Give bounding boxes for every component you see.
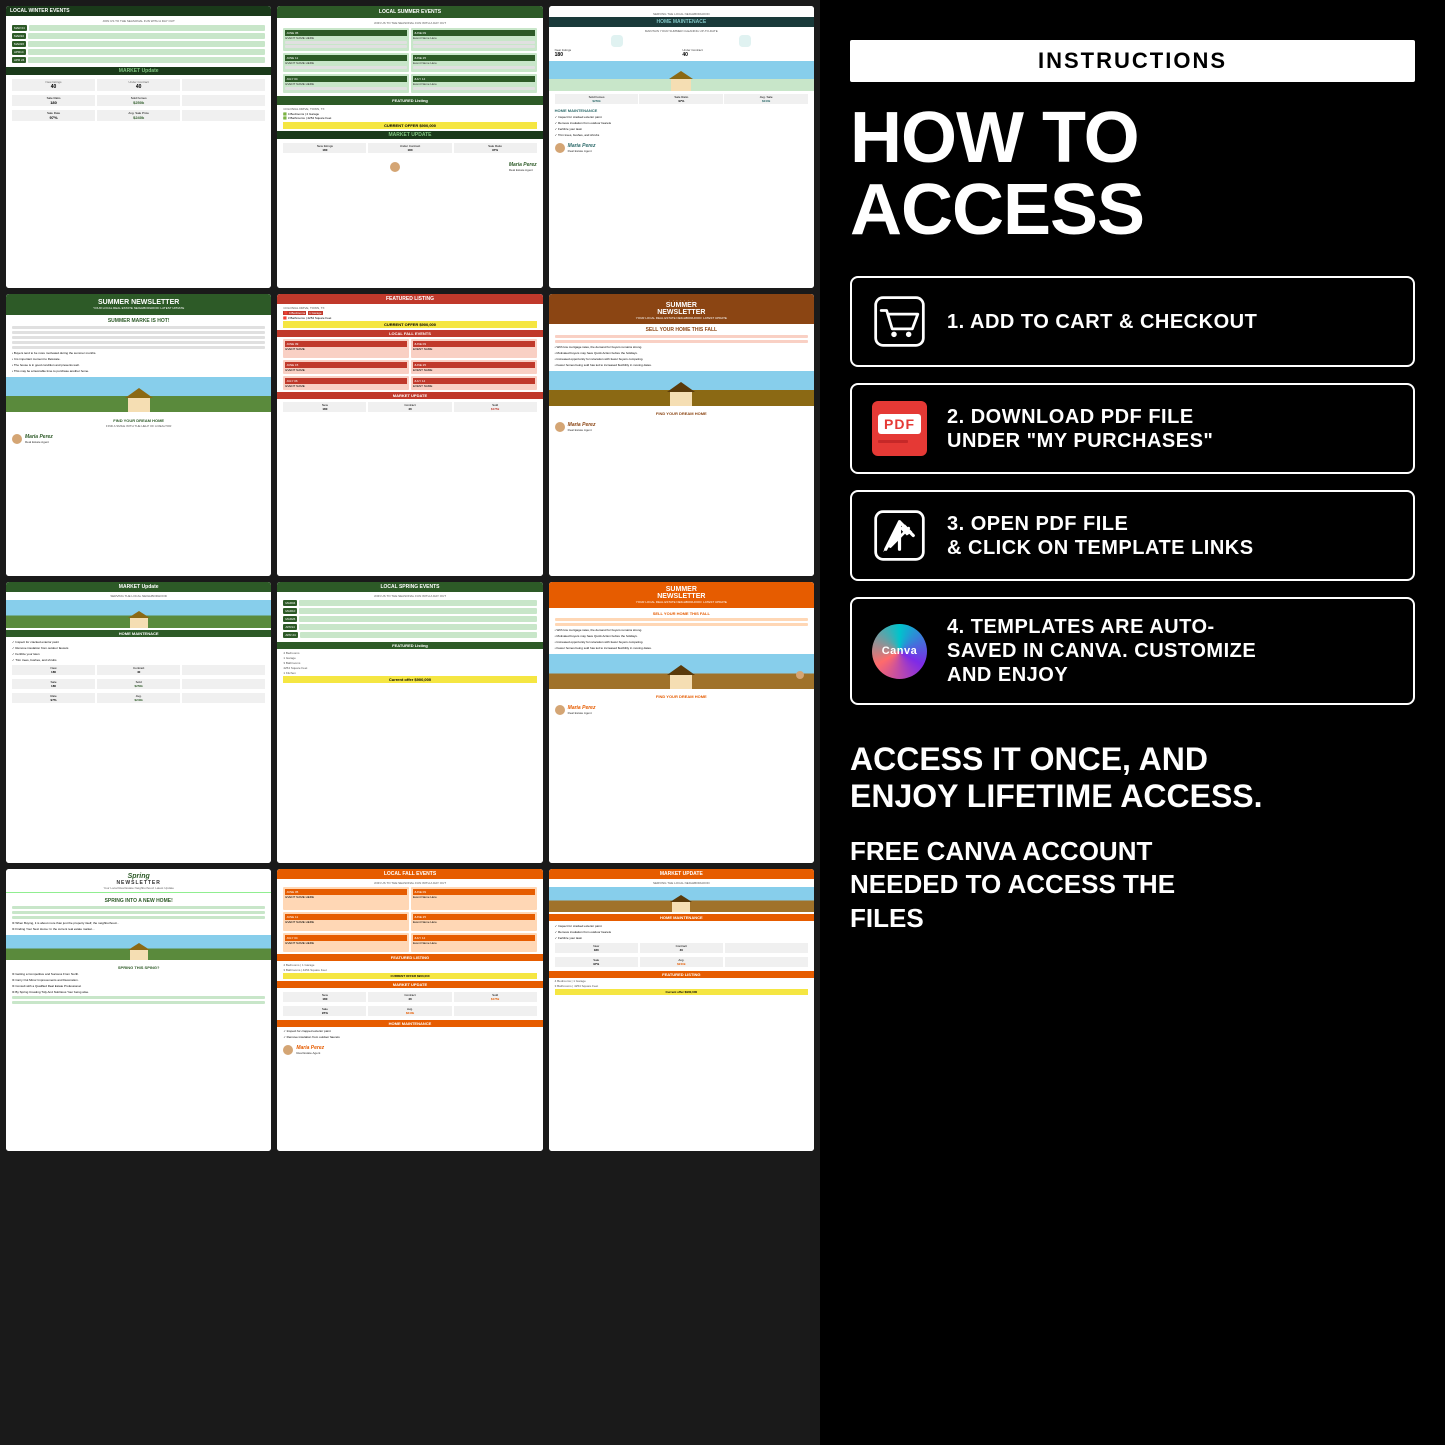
arrow-icon: [872, 508, 927, 563]
preview-card-summer-newsletter: SUMMER NEWSLETTER YOUR LOCAL REAL ESTATE…: [6, 294, 271, 576]
pdf-icon: PDF: [872, 401, 927, 456]
step-3-box: 3. OPEN PDF FILE & CLICK ON TEMPLATE LIN…: [850, 490, 1415, 581]
instructions-header: INSTRUCTIONS: [850, 40, 1415, 82]
preview-card-autumn-newsletter: SUMMER NEWSLETTER YOUR LOCAL REAL ESTATE…: [549, 582, 814, 864]
step-3-text: 3. OPEN PDF FILE & CLICK ON TEMPLATE LIN…: [947, 512, 1254, 560]
step-1-text: 1. ADD TO CART & CHECKOUT: [947, 310, 1257, 334]
preview-card-fall-newsletter: ⋅ ⋅ ⋅ ⋅ ⋅ ⋅ ⋅ SUMMER NEWSLETTER YOUR LOC…: [549, 294, 814, 576]
right-panel: INSTRUCTIONS HOW TO ACCESS 1. ADD TO CAR…: [820, 0, 1445, 1445]
preview-card-fall-listing: FEATURED LISTING COLONIAL DRIVE, TOWN, T…: [277, 294, 542, 576]
canva-icon: Canva: [872, 624, 927, 679]
main-title: HOW TO ACCESS: [850, 102, 1415, 246]
step-2-text: 2. DOWNLOAD PDF FILE UNDER "MY PURCHASES…: [947, 405, 1213, 453]
preview-card-summer-events: LOCAL SUMMER EVENTS JOIN US TO THE SEASO…: [277, 6, 542, 288]
step-4-text: 4. TEMPLATES ARE AUTO- SAVED IN CANVA. C…: [947, 615, 1256, 687]
preview-card-winter: LOCAL WINTER EVENTS JOIN US TO THE SEASO…: [6, 6, 271, 288]
canva-note-text: FREE CANVA ACCOUNT NEEDED TO ACCESS THE …: [850, 835, 1415, 936]
cart-icon: [872, 294, 927, 349]
preview-card-home-maintenance: SERVING THE LOCAL NEIGHBORHOOD HOME MAIN…: [549, 6, 814, 288]
preview-card-spring-newsletter: Spring NEWSLETTER Your Local Real Estate…: [6, 869, 271, 1151]
preview-card-market-small: MARKET Update SERVING THE LOCAL NEIGHBOR…: [6, 582, 271, 864]
step-4-box: Canva 4. TEMPLATES ARE AUTO- SAVED IN CA…: [850, 597, 1415, 705]
left-panel: LOCAL WINTER EVENTS JOIN US TO THE SEASO…: [0, 0, 820, 1445]
preview-card-spring-events: LOCAL SPRING EVENTS JOIN US TO THE SEASO…: [277, 582, 542, 864]
lifetime-access-text: ACCESS IT ONCE, AND ENJOY LIFETIME ACCES…: [850, 741, 1415, 815]
step-1-box: 1. ADD TO CART & CHECKOUT: [850, 276, 1415, 367]
preview-card-extra: MARKET UPDATE SERVING THE LOCAL NEIGHBOR…: [549, 869, 814, 1151]
preview-card-local-fall-events2: LOCAL FALL EVENTS JOIN US TO THE SEASONA…: [277, 869, 542, 1151]
step-2-box: PDF 2. DOWNLOAD PDF FILE UNDER "MY PURCH…: [850, 383, 1415, 474]
